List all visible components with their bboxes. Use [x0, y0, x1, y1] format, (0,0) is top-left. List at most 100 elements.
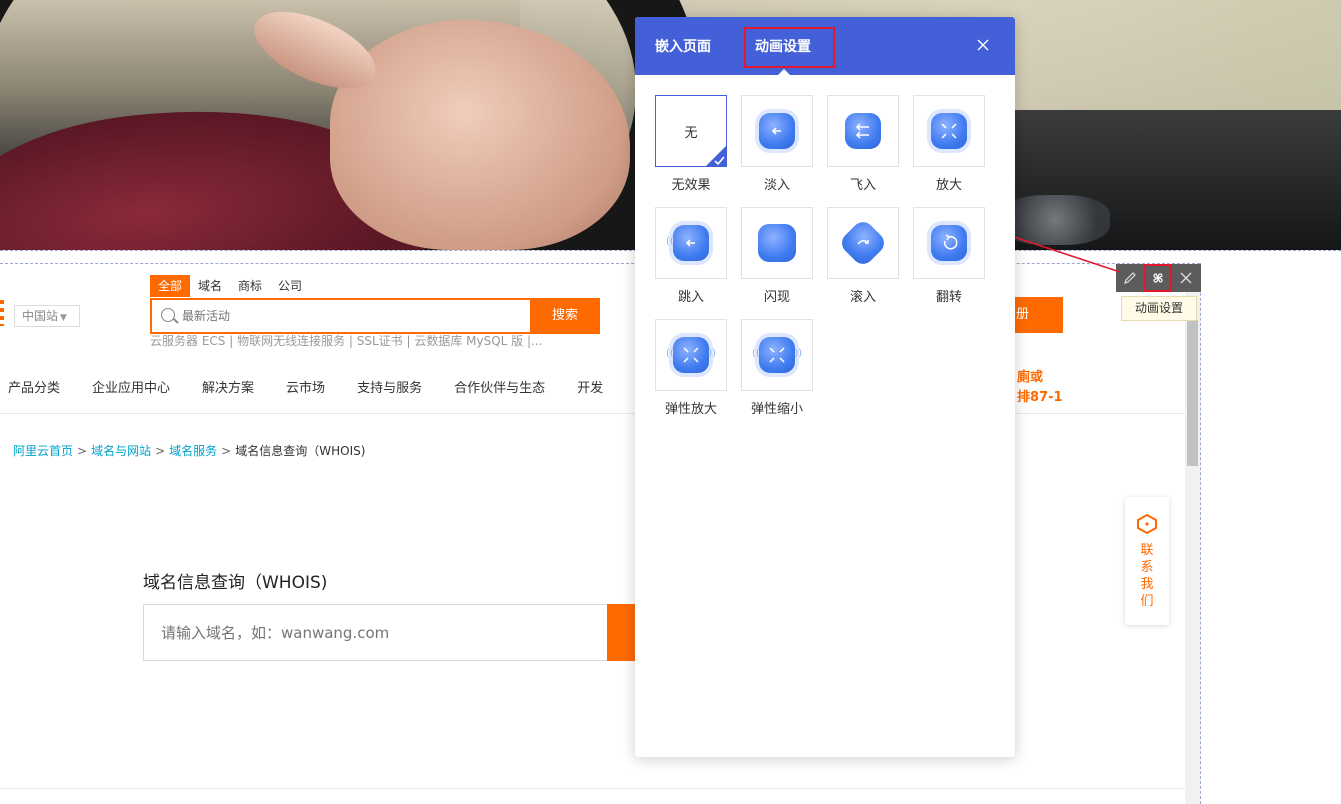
search-box	[150, 298, 531, 334]
chevron-down-icon: ▼	[60, 313, 67, 323]
nav-item-developers[interactable]: 开发	[577, 370, 603, 410]
breadcrumb-current: 域名信息查询（WHOIS)	[235, 444, 366, 458]
main-nav: 产品分类 企业应用中心 解决方案 云市场 支持与服务 合作伙伴与生态 开发	[0, 370, 627, 410]
effect-none[interactable]: 无 无效果	[655, 95, 727, 193]
search-input[interactable]	[182, 306, 522, 326]
effect-tile[interactable]: (( ))	[655, 319, 727, 391]
effect-tile[interactable]: ((	[655, 207, 727, 279]
elastic-zoom-out-icon	[759, 337, 795, 373]
effect-none-text: 无	[684, 125, 698, 141]
effect-label: 弹性缩小	[750, 402, 803, 417]
whois-search-box	[143, 604, 609, 661]
nav-item-partners[interactable]: 合作伙伴与生态	[454, 370, 545, 410]
search-tab-domain[interactable]: 域名	[190, 275, 230, 297]
effect-bounce-in[interactable]: (( 跳入	[655, 207, 727, 305]
fly-in-icon	[845, 113, 881, 149]
annotation-highlight-box	[744, 27, 835, 68]
nav-item-support[interactable]: 支持与服务	[357, 370, 422, 410]
effect-tile[interactable]	[741, 207, 813, 279]
whois-search-button[interactable]	[607, 604, 637, 661]
breadcrumb: 阿里云首页 > 域名与网站 > 域名服务 > 域名信息查询（WHOIS)	[13, 442, 365, 459]
breadcrumb-domains-websites[interactable]: 域名与网站	[91, 444, 151, 458]
effect-label: 飞入	[849, 178, 876, 193]
close-element-button[interactable]	[1172, 264, 1200, 292]
dialog-header: 嵌入页面 动画设置	[635, 17, 1015, 75]
check-icon	[705, 145, 727, 167]
animation-settings-button[interactable]	[1144, 264, 1172, 292]
breadcrumb-separator: >	[155, 444, 166, 458]
search-tab-company[interactable]: 公司	[270, 275, 310, 297]
effect-tile[interactable]	[913, 95, 985, 167]
effect-flip[interactable]: 翻转	[913, 207, 985, 305]
content-divider	[0, 788, 1185, 789]
effect-tile[interactable]	[741, 95, 813, 167]
register-button[interactable]: 册	[1010, 297, 1063, 333]
promo-line-1: 廁或	[1017, 370, 1044, 385]
zoom-in-icon	[931, 113, 967, 149]
pinwheel-icon	[1153, 273, 1163, 283]
roll-in-icon	[837, 217, 889, 269]
wave-right-icon: ))	[708, 348, 716, 359]
breadcrumb-home[interactable]: 阿里云首页	[13, 444, 73, 458]
promo-text[interactable]: 廁或 排87-1	[1017, 368, 1063, 408]
element-toolbar	[1116, 264, 1201, 292]
breadcrumb-separator: >	[77, 444, 88, 458]
pencil-icon	[1124, 272, 1136, 284]
contact-us-button[interactable]: 联系我们	[1125, 497, 1169, 625]
flash-icon	[758, 224, 796, 262]
tooltip: 动画设置	[1121, 296, 1197, 321]
search-tabs: 全部 域名 商标 公司	[150, 275, 310, 297]
scrollbar[interactable]	[1185, 290, 1200, 804]
whois-domain-input[interactable]	[161, 622, 601, 644]
bounce-in-icon	[673, 225, 709, 261]
effect-label: 放大	[935, 178, 962, 193]
effect-label: 淡入	[763, 178, 790, 193]
effect-roll-in[interactable]: 滚入	[827, 207, 899, 305]
effect-tile[interactable]	[827, 95, 899, 167]
elastic-zoom-in-icon	[673, 337, 709, 373]
effect-fly-in[interactable]: 飞入	[827, 95, 899, 193]
animation-settings-dialog: 嵌入页面 动画设置 无 无效果 淡入 飞入 放大 ((跳入 闪现 滚入 翻转 …	[635, 17, 1015, 757]
nav-item-products[interactable]: 产品分类	[8, 370, 60, 410]
nav-item-solutions[interactable]: 解决方案	[202, 370, 254, 410]
search-tab-all[interactable]: 全部	[150, 275, 191, 297]
site-select-label: 中国站	[22, 309, 59, 323]
scrollbar-thumb[interactable]	[1187, 320, 1198, 466]
register-button-label: 册	[1016, 307, 1030, 322]
effect-zoom-in[interactable]: 放大	[913, 95, 985, 193]
effect-flash[interactable]: 闪现	[741, 207, 813, 305]
fade-in-icon	[759, 113, 795, 149]
effect-label: 滚入	[849, 290, 876, 305]
hot-search-links[interactable]: 云服务器 ECS | 物联网无线连接服务 | SSL证书 | 云数据库 MySQ…	[150, 332, 542, 349]
effect-elastic-zoom-in[interactable]: (( )) 弹性放大	[655, 319, 727, 417]
effect-fade-in[interactable]: 淡入	[741, 95, 813, 193]
contact-icon	[1135, 513, 1159, 535]
effect-tile[interactable]: 无	[655, 95, 727, 167]
effect-label: 跳入	[677, 290, 704, 305]
close-icon[interactable]	[975, 37, 991, 53]
effect-tile[interactable]	[913, 207, 985, 279]
promo-line-2: 排87-1	[1017, 390, 1063, 405]
contact-us-label: 联系我们	[1140, 543, 1154, 609]
effect-label: 弹性放大	[664, 402, 717, 417]
page: 中国站▼ 全部 域名 商标 公司 搜索 云服务器 ECS | 物联网无线连接服务…	[0, 0, 1341, 804]
effect-label: 闪现	[763, 290, 790, 305]
selection-guide-vertical	[1200, 263, 1201, 804]
effect-elastic-zoom-out[interactable]: (( )) 弹性缩小	[741, 319, 813, 417]
effect-tile[interactable]: (( ))	[741, 319, 813, 391]
page-title: 域名信息查询（WHOIS)	[143, 573, 328, 593]
site-select[interactable]: 中国站 ▼	[14, 305, 80, 327]
effect-tile[interactable]	[827, 207, 899, 279]
tab-embed-page[interactable]: 嵌入页面	[655, 36, 711, 56]
wave-right-icon: ))	[794, 348, 802, 359]
search-tab-trademark[interactable]: 商标	[230, 275, 270, 297]
search-button[interactable]: 搜索	[530, 298, 600, 334]
breadcrumb-separator: >	[221, 444, 232, 458]
nav-item-marketplace[interactable]: 云市场	[286, 370, 325, 410]
breadcrumb-domain-services[interactable]: 域名服务	[169, 444, 217, 458]
active-tab-pointer	[778, 69, 790, 75]
flip-icon	[931, 225, 967, 261]
close-icon	[1180, 272, 1192, 284]
logo-icon[interactable]	[0, 300, 4, 326]
nav-item-enterprise-apps[interactable]: 企业应用中心	[92, 370, 170, 410]
